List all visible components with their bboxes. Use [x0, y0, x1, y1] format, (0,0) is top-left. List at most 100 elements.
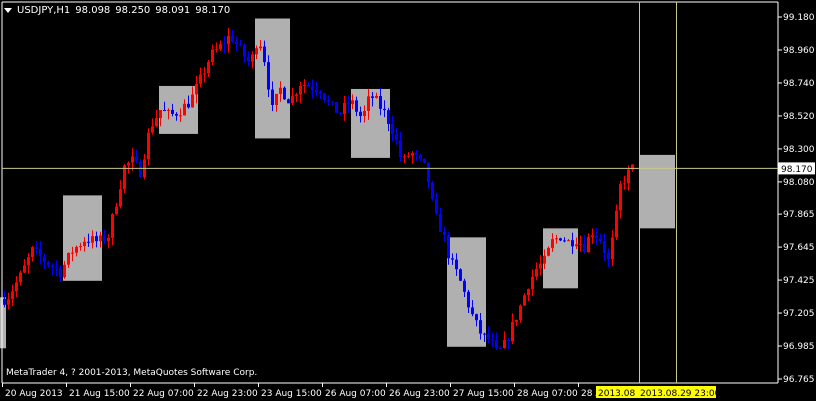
candle-body: [311, 86, 314, 90]
candle-body: [595, 235, 598, 239]
candle-body: [523, 295, 526, 306]
candle-body: [75, 246, 78, 253]
price-tick-label: 98.740: [783, 79, 815, 89]
candle-body: [43, 256, 46, 263]
candle-body: [259, 46, 262, 49]
candle-body: [435, 198, 438, 214]
candle-body: [587, 237, 590, 253]
candle-body: [415, 153, 418, 155]
candle-body: [363, 110, 366, 116]
candle-body: [231, 35, 234, 42]
candle-body: [71, 252, 74, 254]
candle-body: [443, 231, 446, 236]
candle-body: [135, 156, 138, 162]
time-tick-label: 26 Aug 07:00: [325, 389, 386, 399]
candle-body: [99, 235, 102, 242]
candle-body: [487, 333, 490, 340]
candle-body: [103, 235, 106, 242]
candle-body: [287, 99, 290, 104]
current-price-label: 98.170: [781, 165, 813, 175]
candle-body: [571, 240, 574, 247]
candle-body: [451, 258, 454, 260]
candle-body: [171, 109, 174, 114]
price-tick-label: 98.520: [783, 112, 815, 122]
copyright-text: MetaTrader 4, ? 2001-2013, MetaQuotes So…: [6, 368, 258, 378]
crosshair-time-label-short: 2013.08: [598, 389, 635, 399]
candle-body: [63, 264, 66, 278]
candle-body: [175, 113, 178, 116]
symbol-label: USDJPY,H1: [17, 4, 71, 16]
session-box: [0, 297, 6, 349]
candle-body: [83, 241, 86, 247]
candle-body: [115, 206, 118, 215]
candle-body: [79, 246, 82, 248]
candle-body: [219, 44, 222, 50]
candle-body: [447, 235, 450, 259]
candle-body: [303, 85, 306, 87]
candle-body: [87, 241, 90, 243]
candle-body: [539, 263, 542, 269]
candle-body: [107, 237, 110, 242]
candle-body: [431, 182, 434, 199]
price-tick-label: 99.180: [783, 13, 815, 23]
candle-body: [387, 110, 390, 124]
open-value: 98.098: [75, 4, 111, 16]
candle-body: [563, 240, 566, 242]
candle-body: [155, 118, 158, 127]
price-tick-label: 97.645: [783, 243, 815, 253]
candle-body: [111, 214, 114, 238]
candle-body: [131, 156, 134, 163]
candle-body: [439, 213, 442, 232]
candle-body: [127, 162, 130, 166]
candle-body: [227, 35, 230, 45]
candle-body: [515, 319, 518, 322]
candle-body: [355, 100, 358, 112]
candle-body: [359, 111, 362, 116]
chart-window[interactable]: 99.180 98.960 98.740 98.520 98.300 98.080 97.8…: [0, 0, 816, 401]
candle-body: [519, 305, 522, 320]
time-tick-label: 22 Aug 07:00: [133, 389, 194, 399]
candle-body: [275, 93, 278, 105]
candle-body: [19, 272, 22, 283]
candle-body: [499, 347, 502, 349]
candle-body: [323, 93, 326, 101]
candle-body: [119, 189, 122, 207]
candle-body: [247, 56, 250, 62]
candle-body: [411, 153, 414, 156]
candle-body: [339, 112, 342, 114]
candle-body: [299, 86, 302, 95]
candle-body: [615, 210, 618, 238]
candle-body: [423, 158, 426, 163]
candle-body: [3, 298, 6, 305]
candle-body: [243, 44, 246, 57]
candle-body: [159, 110, 162, 119]
candle-body: [483, 333, 486, 335]
candle-body: [495, 340, 498, 348]
candle-body: [167, 109, 170, 111]
candle-body: [307, 85, 310, 87]
candle-body: [235, 41, 238, 45]
candle-body: [315, 89, 318, 92]
candle-body: [403, 156, 406, 158]
time-tick-label: 23 Aug 15:00: [261, 389, 322, 399]
candle-body: [163, 110, 166, 112]
candle-body: [147, 132, 150, 160]
dropdown-triangle-icon[interactable]: [4, 8, 12, 13]
candle-body: [239, 44, 242, 46]
candle-body: [139, 161, 142, 178]
candle-body: [575, 244, 578, 247]
candle-body: [7, 299, 10, 305]
candle-body: [291, 96, 294, 104]
price-chart[interactable]: 99.180 98.960 98.740 98.520 98.300 98.080 97.8…: [0, 0, 816, 401]
low-value: 98.091: [155, 4, 191, 16]
candle-body: [551, 239, 554, 248]
time-tick-label: 20 Aug 2013: [5, 389, 63, 399]
candle-body: [603, 241, 606, 254]
candle-body: [467, 291, 470, 308]
candle-body: [555, 238, 558, 240]
candle-body: [567, 240, 570, 242]
price-tick-label: 98.960: [783, 46, 815, 56]
candle-body: [251, 54, 254, 62]
time-tick-label: 28 Aug 07:00: [517, 389, 578, 399]
candle-body: [11, 291, 14, 300]
